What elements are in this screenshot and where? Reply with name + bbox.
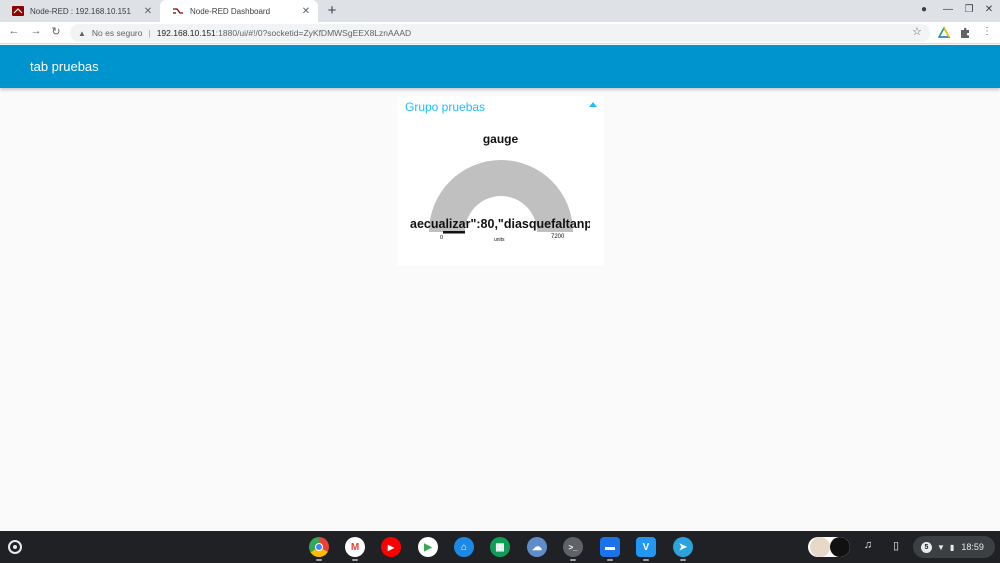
chrome-app-icon[interactable] xyxy=(309,537,329,557)
os-shelf: M ▶ ▶ ⌂ ▦ ☁ >_ ▬ V ➤ ♫ ▯ 5 ▼ ▮ 18:59 xyxy=(0,531,1000,563)
tab-title: Node-RED : 192.168.10.151 xyxy=(30,6,131,16)
phone-hub-icon[interactable]: ▯ xyxy=(888,539,904,552)
back-button[interactable]: ← xyxy=(7,25,21,37)
browser-menu-icon[interactable]: ⋮ xyxy=(980,26,994,40)
thumbnail-image xyxy=(830,537,850,557)
terminal-app-icon[interactable]: >_ xyxy=(563,537,583,557)
app-running-indicator xyxy=(352,559,358,561)
notification-count-badge: 5 xyxy=(921,541,932,553)
browser-toolbar: ← → ↻ ▲ No es seguro | 192.168.10.151 :1… xyxy=(0,22,1000,44)
gauge-units-label: units xyxy=(494,237,505,243)
bookmark-star-icon[interactable]: ☆ xyxy=(912,25,922,38)
node-red-favicon-icon xyxy=(12,6,24,16)
vscode-app-icon[interactable]: V xyxy=(636,537,656,557)
gauge-needle xyxy=(443,231,465,234)
not-secure-warning-icon[interactable]: ▲ xyxy=(78,29,86,38)
puzzle-icon[interactable] xyxy=(958,26,972,40)
tab-close-icon[interactable]: ✕ xyxy=(300,6,312,17)
tab-title: Node-RED Dashboard xyxy=(190,6,271,16)
apps-grid-app-icon[interactable]: ▦ xyxy=(490,537,510,557)
address-separator: | xyxy=(148,28,151,38)
thumbnail-image xyxy=(810,537,830,557)
status-tray[interactable]: 5 ▼ ▮ 18:59 xyxy=(913,536,995,558)
group-title[interactable]: Grupo pruebas xyxy=(405,100,485,114)
gmail-app-icon[interactable]: M xyxy=(345,537,365,557)
holding-space-thumbnails[interactable] xyxy=(808,537,850,557)
tab-node-red-editor[interactable]: Node-RED : 192.168.10.151 ✕ xyxy=(0,0,160,22)
gauge-min-label: 0 xyxy=(440,235,444,241)
forward-button[interactable]: → xyxy=(29,25,43,37)
media-controls-icon[interactable]: ♫ xyxy=(860,539,876,551)
reload-button[interactable]: ↻ xyxy=(49,25,63,38)
tab-node-red-dashboard[interactable]: Node-RED Dashboard ✕ xyxy=(160,0,318,22)
minimize-window-button[interactable]: — xyxy=(941,4,955,15)
home-app-icon[interactable]: ⌂ xyxy=(454,537,474,557)
app-running-indicator xyxy=(680,559,686,561)
app-running-indicator xyxy=(643,559,649,561)
clock-time: 18:59 xyxy=(961,542,984,552)
app-running-indicator xyxy=(570,559,576,561)
security-status-text: No es seguro xyxy=(91,28,143,38)
app-running-indicator xyxy=(316,559,322,561)
url-path: :1880/ui/#!/0?socketid=ZyKfDMWSgEEX8LznA… xyxy=(215,28,412,38)
launcher-button[interactable] xyxy=(8,540,22,554)
weather-app-icon[interactable]: ☁ xyxy=(527,537,547,557)
gauge-max-label: 7200 xyxy=(551,234,565,240)
wifi-icon: ▼ xyxy=(937,542,945,552)
tab-close-icon[interactable]: ✕ xyxy=(142,6,154,17)
address-bar[interactable]: ▲ No es seguro | 192.168.10.151 :1880/ui… xyxy=(70,24,930,42)
app-running-indicator xyxy=(607,559,613,561)
restore-window-button[interactable]: ❐ xyxy=(962,4,976,15)
telegram-app-icon[interactable]: ➤ xyxy=(673,537,693,557)
group-card: Grupo pruebas gauge aecualizar":80,"dias… xyxy=(397,96,604,266)
play-store-app-icon[interactable]: ▶ xyxy=(418,537,438,557)
page-title: tab pruebas xyxy=(30,59,99,74)
node-red-dashboard-favicon-icon xyxy=(173,8,183,14)
close-window-button[interactable]: ✕ xyxy=(982,4,996,15)
url-host: 192.168.10.151 xyxy=(156,28,216,38)
gauge-title: gauge xyxy=(482,132,519,146)
files-app-icon[interactable]: ▬ xyxy=(600,537,620,557)
youtube-app-icon[interactable]: ▶ xyxy=(381,537,401,557)
new-tab-button[interactable]: + xyxy=(324,2,340,19)
dashboard-header: tab pruebas xyxy=(0,45,1000,88)
gauge-value: aecualizar":80,"diasquefaltanp xyxy=(410,217,590,231)
tab-strip: Node-RED : 192.168.10.151 ✕ Node-RED Das… xyxy=(0,0,1000,22)
google-drive-extension-icon[interactable] xyxy=(937,26,951,40)
battery-icon: ▮ xyxy=(949,542,955,552)
profile-menu-icon[interactable]: ● xyxy=(917,4,931,15)
collapse-group-icon[interactable] xyxy=(589,102,597,107)
